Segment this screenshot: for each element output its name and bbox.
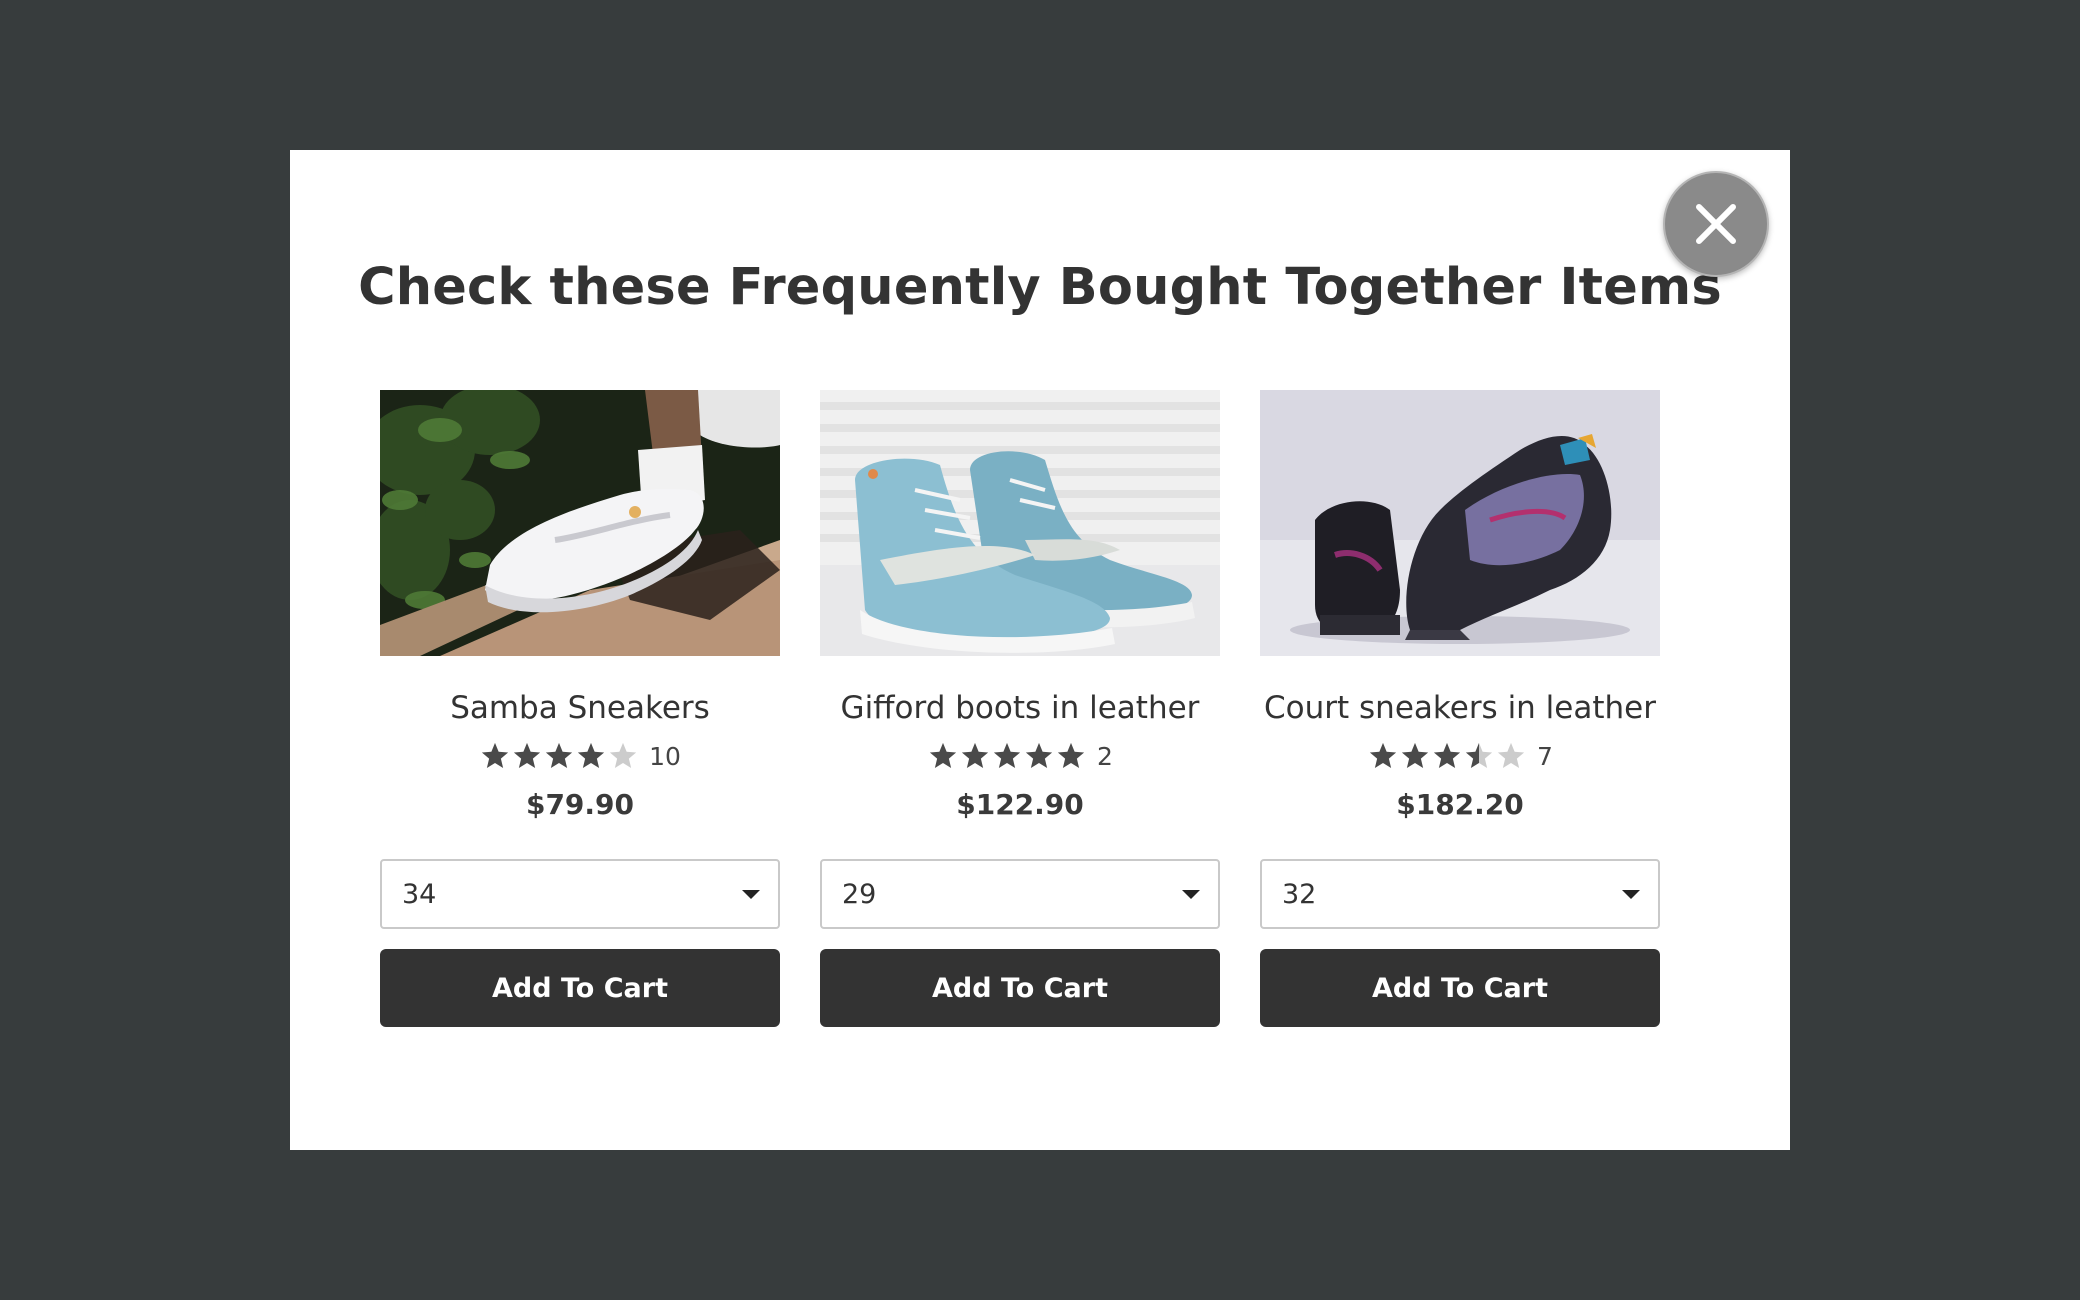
star-icon	[1433, 742, 1461, 768]
rating-stars	[927, 741, 1087, 771]
chevron-down-icon	[1622, 889, 1640, 899]
size-value: 34	[402, 878, 437, 910]
star-icon	[1497, 742, 1525, 768]
product-card: Samba Sneakers 10 $79.90 34 Add To Cart	[380, 390, 780, 1027]
product-image[interactable]	[1260, 390, 1660, 656]
black-purple-basketball-shoe-photo	[1260, 390, 1660, 656]
rating-count: 2	[1097, 741, 1113, 771]
rating-count: 10	[649, 741, 681, 771]
product-rating: 10	[380, 739, 780, 773]
product-price: $182.20	[1396, 788, 1524, 821]
size-select[interactable]: 32	[1260, 859, 1660, 929]
star-icon	[1369, 742, 1397, 768]
star-icon	[993, 742, 1021, 768]
modal-title: Check these Frequently Bought Together I…	[358, 258, 1722, 317]
size-select[interactable]: 34	[380, 859, 780, 929]
modal-dialog: Check these Frequently Bought Together I…	[290, 150, 1790, 1150]
chevron-down-icon	[1182, 889, 1200, 899]
product-price: $122.90	[956, 788, 1084, 821]
star-icon	[961, 742, 989, 768]
white-sneaker-photo	[380, 390, 780, 656]
product-image[interactable]	[820, 390, 1220, 656]
blue-suede-high-top-photo	[820, 390, 1220, 656]
chevron-down-icon	[742, 889, 760, 899]
close-button[interactable]	[1663, 171, 1769, 277]
rating-count: 7	[1537, 741, 1553, 771]
product-rating: 2	[820, 739, 1220, 773]
size-value: 32	[1282, 878, 1317, 910]
rating-stars	[479, 741, 639, 771]
add-to-cart-button[interactable]: Add To Cart	[380, 949, 780, 1027]
product-name[interactable]: Gifford boots in leather	[820, 688, 1220, 728]
product-rating: 7	[1260, 739, 1660, 773]
size-value: 29	[842, 878, 877, 910]
star-icon	[577, 742, 605, 768]
close-icon	[1696, 204, 1736, 244]
rating-stars	[1367, 741, 1527, 771]
product-image[interactable]	[380, 390, 780, 656]
star-icon	[1057, 742, 1085, 768]
add-to-cart-button[interactable]: Add To Cart	[1260, 949, 1660, 1027]
star-icon	[1401, 742, 1429, 768]
product-name[interactable]: Court sneakers in leather	[1260, 688, 1660, 728]
star-icon	[545, 742, 573, 768]
star-icon	[481, 742, 509, 768]
add-to-cart-button[interactable]: Add To Cart	[820, 949, 1220, 1027]
star-icon	[929, 742, 957, 768]
star-icon	[1025, 742, 1053, 768]
product-card: Court sneakers in leather 7 $182.20 32 A…	[1260, 390, 1660, 1027]
star-icon	[1465, 742, 1493, 768]
product-price: $79.90	[525, 788, 635, 821]
star-icon	[609, 742, 637, 768]
star-icon	[513, 742, 541, 768]
size-select[interactable]: 29	[820, 859, 1220, 929]
product-name[interactable]: Samba Sneakers	[380, 688, 780, 728]
product-card: Gifford boots in leather 2 $122.90 29 Ad…	[820, 390, 1220, 1027]
